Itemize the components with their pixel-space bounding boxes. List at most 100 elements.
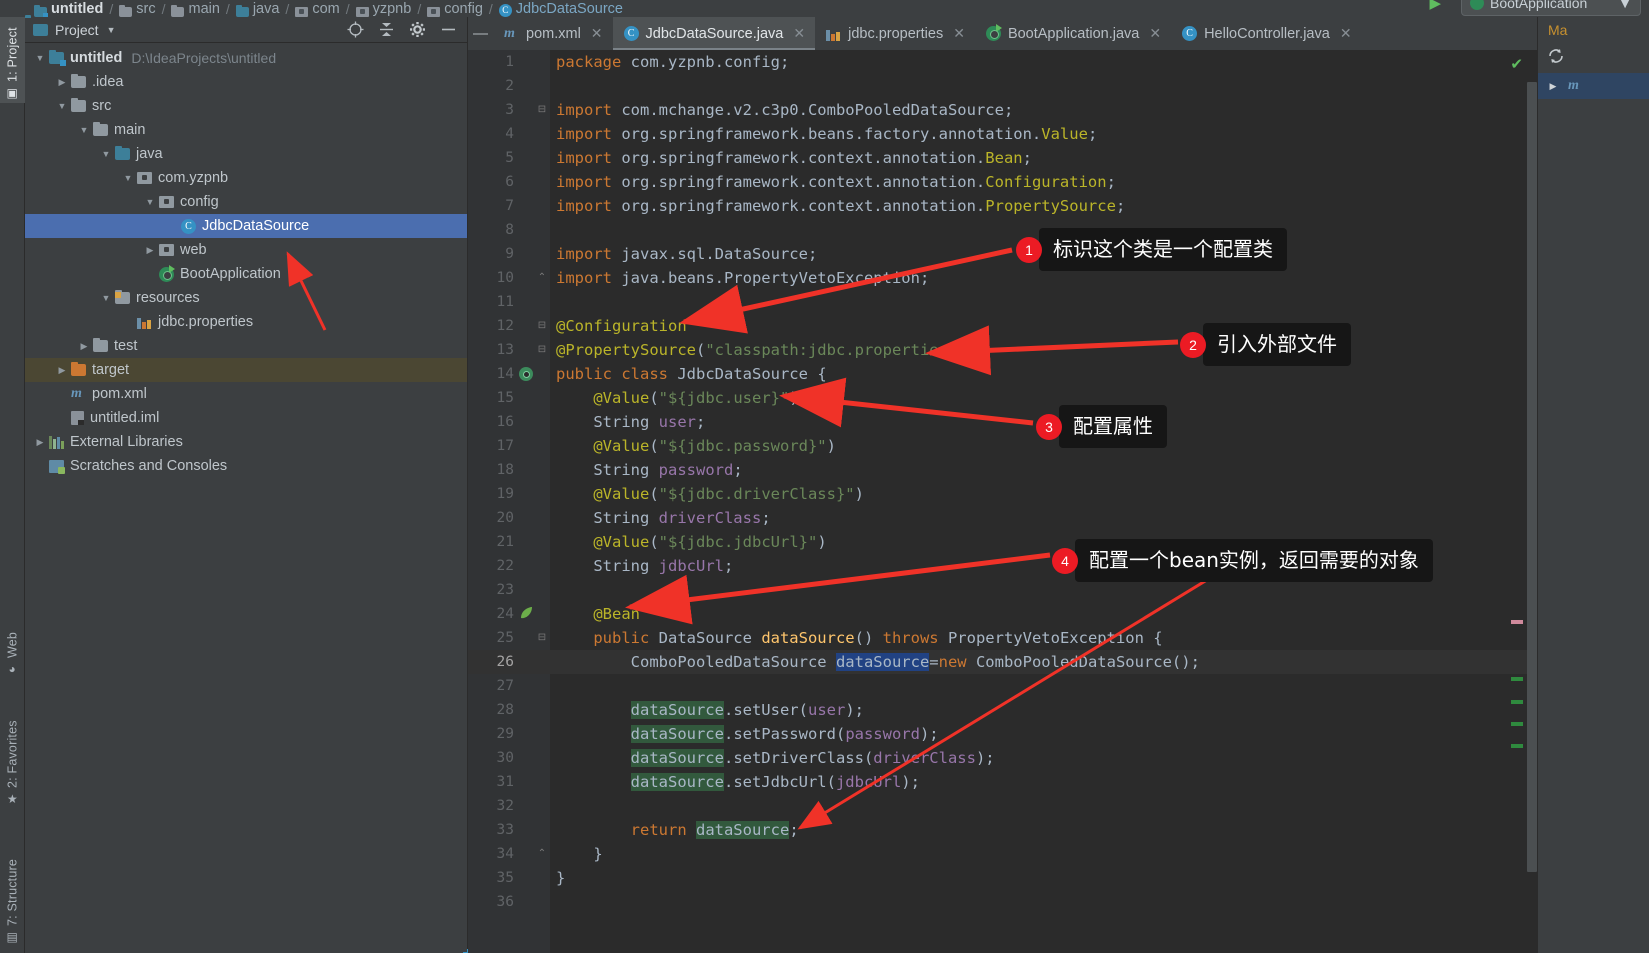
bean-leaf-icon[interactable]: [518, 602, 534, 626]
code-line[interactable]: 27: [468, 674, 1537, 698]
code-line[interactable]: 31 dataSource.setJdbcUrl(jdbcUrl);: [468, 770, 1537, 794]
fold-marker[interactable]: ⌃: [534, 266, 550, 290]
editor-vertical-scrollbar[interactable]: [1527, 82, 1537, 872]
close-icon[interactable]: ✕: [953, 25, 965, 42]
minimize-icon[interactable]: [440, 21, 457, 38]
tool-tab-web[interactable]: ◕ Web: [0, 609, 25, 679]
tree-node-com-yzpnb[interactable]: com.yzpnb: [25, 166, 467, 190]
breadcrumb-item[interactable]: config: [427, 2, 483, 17]
code-content[interactable]: 1 package com.yzpnb.config; 2 3 ⊟ import com.…: [468, 50, 1537, 953]
breadcrumb-item[interactable]: C JdbcDataSource: [498, 2, 623, 17]
code-line[interactable]: 36: [468, 890, 1537, 914]
tool-tab-structure[interactable]: ▤ 7: Structure: [0, 829, 25, 947]
tree-node-bootapplication[interactable]: BootApplication: [25, 262, 467, 286]
tree-node-main[interactable]: main: [25, 118, 467, 142]
code-line[interactable]: 2: [468, 74, 1537, 98]
maven-project-row[interactable]: m: [1538, 73, 1649, 99]
breadcrumb-item[interactable]: main: [171, 2, 220, 17]
project-tree[interactable]: untitled D:\IdeaProjects\untitled .idea src…: [25, 43, 467, 952]
code-line[interactable]: 3 ⊟ import com.mchange.v2.c3p0.ComboPooled…: [468, 98, 1537, 122]
chevron-down-icon[interactable]: [119, 173, 137, 183]
code-line[interactable]: 11: [468, 290, 1537, 314]
chevron-right-icon[interactable]: [141, 245, 159, 256]
maven-toolbar[interactable]: [1538, 43, 1649, 73]
code-line[interactable]: 29 dataSource.setPassword(password);: [468, 722, 1537, 746]
close-icon[interactable]: ✕: [1340, 25, 1352, 42]
tree-node-untitled-iml[interactable]: untitled.iml: [25, 406, 467, 430]
close-icon[interactable]: ✕: [1149, 25, 1161, 42]
code-line[interactable]: 19 @Value("${jdbc.driverClass}"): [468, 482, 1537, 506]
tool-tab-favorites[interactable]: ★ 2: Favorites: [0, 697, 25, 809]
tree-node-test[interactable]: test: [25, 334, 467, 358]
fold-marker[interactable]: ⊟: [534, 98, 550, 122]
editor-tab-hellocontroller-java[interactable]: C HelloController.java ✕: [1171, 17, 1361, 50]
chevron-right-icon[interactable]: [53, 365, 71, 376]
code-line[interactable]: 1 package com.yzpnb.config;: [468, 50, 1537, 74]
code-line[interactable]: 13 ⊟ @PropertySource("classpath:jdbc.prope…: [468, 338, 1537, 362]
code-line[interactable]: 35}: [468, 866, 1537, 890]
code-line[interactable]: 15 @Value("${jdbc.user}"): [468, 386, 1537, 410]
code-line[interactable]: 8: [468, 218, 1537, 242]
tree-node-target[interactable]: target: [25, 358, 467, 382]
editor-body[interactable]: 1 package com.yzpnb.config; 2 3 ⊟ import com.…: [468, 50, 1537, 953]
code-line[interactable]: 32: [468, 794, 1537, 818]
chevron-right-icon[interactable]: [75, 341, 93, 352]
code-line[interactable]: 16 String user;: [468, 410, 1537, 434]
run-button[interactable]: ▶: [1429, 0, 1441, 12]
code-line[interactable]: 10 ⌃ import java.beans.PropertyVetoExcepti…: [468, 266, 1537, 290]
code-line[interactable]: 34 ⌃ }: [468, 842, 1537, 866]
code-line[interactable]: 30 dataSource.setDriverClass(driverClass…: [468, 746, 1537, 770]
close-icon[interactable]: ✕: [591, 25, 603, 42]
breadcrumb-item[interactable]: com: [295, 2, 340, 17]
chevron-down-icon[interactable]: [97, 293, 115, 303]
tree-node-src[interactable]: src: [25, 94, 467, 118]
fold-marker[interactable]: ⌃: [534, 842, 550, 866]
tree-node-pom-xml[interactable]: m pom.xml: [25, 382, 467, 406]
code-line[interactable]: 18 String password;: [468, 458, 1537, 482]
code-line[interactable]: 25 ⊟ public DataSource dataSource() throw…: [468, 626, 1537, 650]
refresh-icon[interactable]: [1546, 46, 1566, 71]
code-line[interactable]: 24 @Bean: [468, 602, 1537, 626]
editor-tab-bootapplication-java[interactable]: BootApplication.java ✕: [975, 17, 1171, 50]
tree-node-external-libraries[interactable]: External Libraries: [25, 430, 467, 454]
code-line[interactable]: 5 import org.springframework.context.anno…: [468, 146, 1537, 170]
breadcrumb-item[interactable]: yzpnb: [355, 2, 411, 17]
chevron-down-icon[interactable]: [75, 125, 93, 135]
tree-node-web[interactable]: web: [25, 238, 467, 262]
breadcrumb-item[interactable]: java: [235, 2, 279, 17]
tree-node-java[interactable]: java: [25, 142, 467, 166]
chevron-down-icon[interactable]: [53, 101, 71, 111]
editor-tab-jdbcdatasource-java[interactable]: C JdbcDataSource.java ✕: [612, 17, 816, 50]
tree-node-jdbc-properties[interactable]: jdbc.properties: [25, 310, 467, 334]
code-line[interactable]: 33 return dataSource;: [468, 818, 1537, 842]
fold-marker[interactable]: ⊟: [534, 314, 550, 338]
chevron-down-icon[interactable]: [141, 197, 159, 207]
editor-minimize-icon[interactable]: —: [468, 17, 493, 50]
tree-node-untitled[interactable]: untitled D:\IdeaProjects\untitled: [25, 46, 467, 70]
locate-icon[interactable]: [347, 21, 364, 38]
run-configuration-selector[interactable]: BootApplication ▼: [1461, 0, 1641, 16]
close-icon[interactable]: ✕: [793, 25, 805, 42]
collapse-all-icon[interactable]: [378, 21, 395, 38]
code-line[interactable]: 4 import org.springframework.beans.factor…: [468, 122, 1537, 146]
code-line[interactable]: 26 ComboPooledDataSource dataSource=new …: [468, 650, 1537, 674]
code-line[interactable]: 7 import org.springframework.context.anno…: [468, 194, 1537, 218]
editor-tab-jdbc-properties[interactable]: jdbc.properties ✕: [815, 17, 975, 50]
chevron-down-icon[interactable]: ▼: [107, 25, 116, 35]
chevron-down-icon[interactable]: ▼: [1618, 0, 1632, 11]
tree-node-config[interactable]: config: [25, 190, 467, 214]
tree-node-resources[interactable]: resources: [25, 286, 467, 310]
gear-icon[interactable]: [409, 21, 426, 38]
fold-marker[interactable]: ⊟: [534, 338, 550, 362]
code-line[interactable]: 12 ⊟ @Configuration: [468, 314, 1537, 338]
chevron-right-icon[interactable]: [31, 437, 49, 448]
breadcrumb-item[interactable]: untitled: [34, 2, 103, 17]
spring-bean-icon[interactable]: [518, 362, 534, 386]
chevron-down-icon[interactable]: [31, 53, 49, 63]
code-line[interactable]: 17 @Value("${jdbc.password}"): [468, 434, 1537, 458]
code-line[interactable]: 14 public class JdbcDataSource {: [468, 362, 1537, 386]
tree-node-jdbcdatasource[interactable]: C JdbcDataSource: [25, 214, 467, 238]
tree-node--idea[interactable]: .idea: [25, 70, 467, 94]
chevron-down-icon[interactable]: [97, 149, 115, 159]
code-line[interactable]: 28 dataSource.setUser(user);: [468, 698, 1537, 722]
